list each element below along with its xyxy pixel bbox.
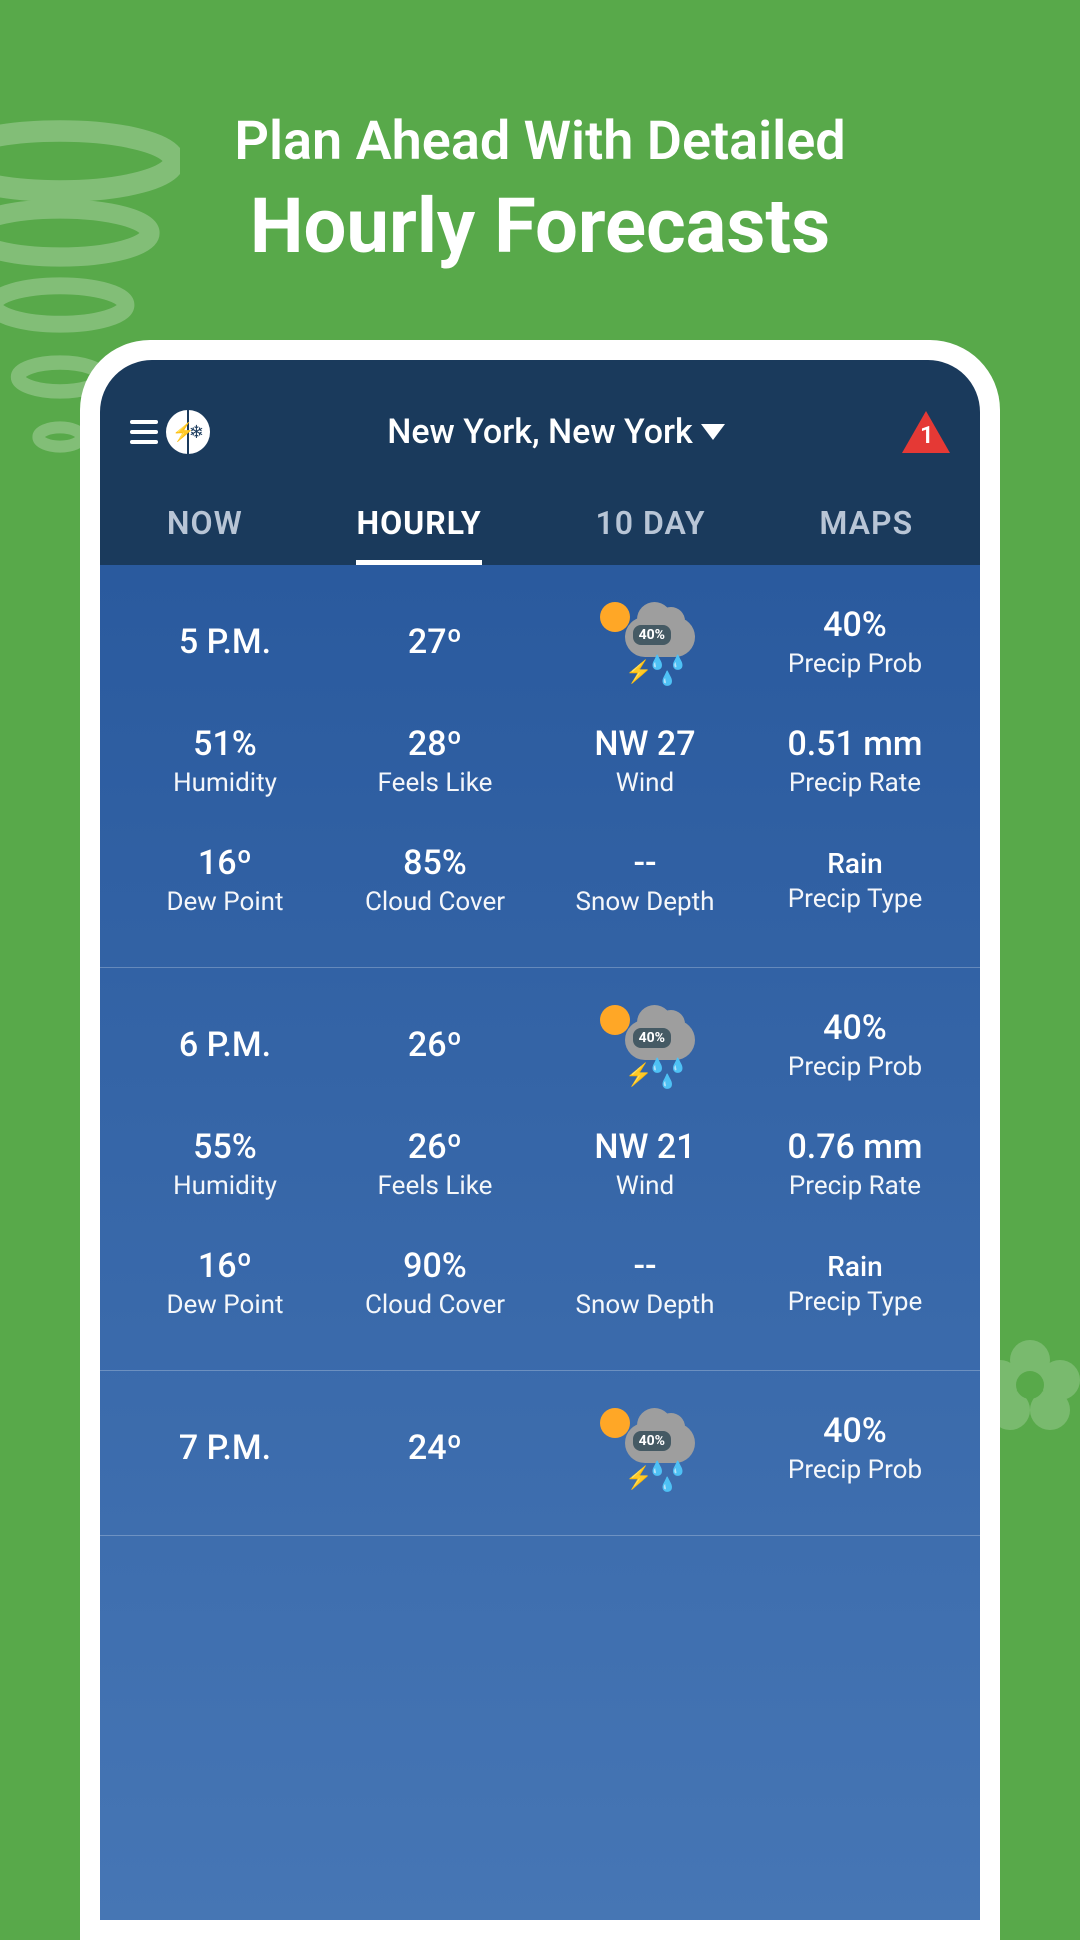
tab-maps[interactable]: MAPS	[819, 504, 913, 565]
dew-point-value: 16º	[120, 1246, 330, 1286]
cloud-cover-label: Cloud Cover	[330, 1290, 540, 1320]
thunderstorm-icon: 40% ⚡ 💧💧💧	[595, 1413, 695, 1483]
app-screen: ⚡ ❄ New York, New York 1 NOW HOURLY 10 D…	[100, 360, 980, 1920]
hour-time: 6 P.M.	[120, 1025, 330, 1065]
feels-like-label: Feels Like	[330, 768, 540, 798]
location-selector[interactable]: New York, New York	[387, 412, 725, 452]
hour-temp: 24º	[330, 1428, 540, 1468]
humidity-label: Humidity	[120, 768, 330, 798]
hour-temp: 26º	[330, 1025, 540, 1065]
header-left: ⚡ ❄	[130, 410, 210, 454]
thunderstorm-icon: 40% ⚡ 💧💧💧	[595, 607, 695, 677]
tab-10day[interactable]: 10 DAY	[595, 504, 705, 565]
hour-time: 7 P.M.	[120, 1428, 330, 1468]
wind-value: NW 21	[540, 1127, 750, 1167]
tab-hourly[interactable]: HOURLY	[356, 504, 481, 565]
precip-prob-value: 40%	[750, 1411, 960, 1451]
cloud-cover-value: 85%	[330, 843, 540, 883]
cloud-cover-label: Cloud Cover	[330, 887, 540, 917]
tab-bar: NOW HOURLY 10 DAY MAPS	[100, 474, 980, 565]
wind-label: Wind	[540, 1171, 750, 1201]
menu-icon[interactable]	[130, 420, 158, 444]
location-name: New York, New York	[387, 412, 693, 452]
hour-temp: 27º	[330, 622, 540, 662]
wind-value: NW 27	[540, 724, 750, 764]
snow-depth-label: Snow Depth	[540, 1290, 750, 1320]
snow-depth-value: --	[540, 843, 750, 883]
humidity-value: 55%	[120, 1127, 330, 1167]
app-header: ⚡ ❄ New York, New York 1	[100, 360, 980, 474]
precip-rate-value: 0.76 mm	[750, 1127, 960, 1167]
dew-point-value: 16º	[120, 843, 330, 883]
precip-type-label: Precip Type	[750, 884, 960, 914]
hourly-forecast-list[interactable]: 5 P.M. 27º 40% ⚡ 💧💧💧 40% Precip	[100, 565, 980, 1920]
hour-block[interactable]: 6 P.M. 26º 40% ⚡ 💧💧💧 40% Precip	[100, 968, 980, 1371]
dew-point-label: Dew Point	[120, 887, 330, 917]
precip-type-label: Precip Type	[750, 1287, 960, 1317]
precip-prob-label: Precip Prob	[750, 1052, 960, 1082]
weatherbug-logo-icon[interactable]: ⚡ ❄	[166, 410, 210, 454]
dew-point-label: Dew Point	[120, 1290, 330, 1320]
feels-like-value: 28º	[330, 724, 540, 764]
precip-rate-label: Precip Rate	[750, 1171, 960, 1201]
precip-rate-value: 0.51 mm	[750, 724, 960, 764]
precip-rate-label: Precip Rate	[750, 768, 960, 798]
snow-depth-label: Snow Depth	[540, 887, 750, 917]
snow-depth-value: --	[540, 1246, 750, 1286]
alert-count: 1	[920, 421, 934, 449]
wind-label: Wind	[540, 768, 750, 798]
phone-frame: ⚡ ❄ New York, New York 1 NOW HOURLY 10 D…	[80, 340, 1000, 1940]
humidity-label: Humidity	[120, 1171, 330, 1201]
feels-like-label: Feels Like	[330, 1171, 540, 1201]
alert-badge[interactable]: 1	[902, 411, 950, 453]
precip-prob-label: Precip Prob	[750, 649, 960, 679]
hour-time: 5 P.M.	[120, 622, 330, 662]
precip-prob-label: Precip Prob	[750, 1455, 960, 1485]
cloud-cover-value: 90%	[330, 1246, 540, 1286]
tab-now[interactable]: NOW	[167, 504, 243, 565]
precip-prob-value: 40%	[750, 605, 960, 645]
precip-type-value: Rain	[750, 847, 960, 880]
humidity-value: 51%	[120, 724, 330, 764]
hour-block[interactable]: 5 P.M. 27º 40% ⚡ 💧💧💧 40% Precip	[100, 565, 980, 968]
feels-like-value: 26º	[330, 1127, 540, 1167]
chevron-down-icon	[701, 424, 725, 440]
precip-prob-value: 40%	[750, 1008, 960, 1048]
thunderstorm-icon: 40% ⚡ 💧💧💧	[595, 1010, 695, 1080]
precip-type-value: Rain	[750, 1250, 960, 1283]
hour-block[interactable]: 7 P.M. 24º 40% ⚡ 💧💧💧 40% Precip	[100, 1371, 980, 1536]
